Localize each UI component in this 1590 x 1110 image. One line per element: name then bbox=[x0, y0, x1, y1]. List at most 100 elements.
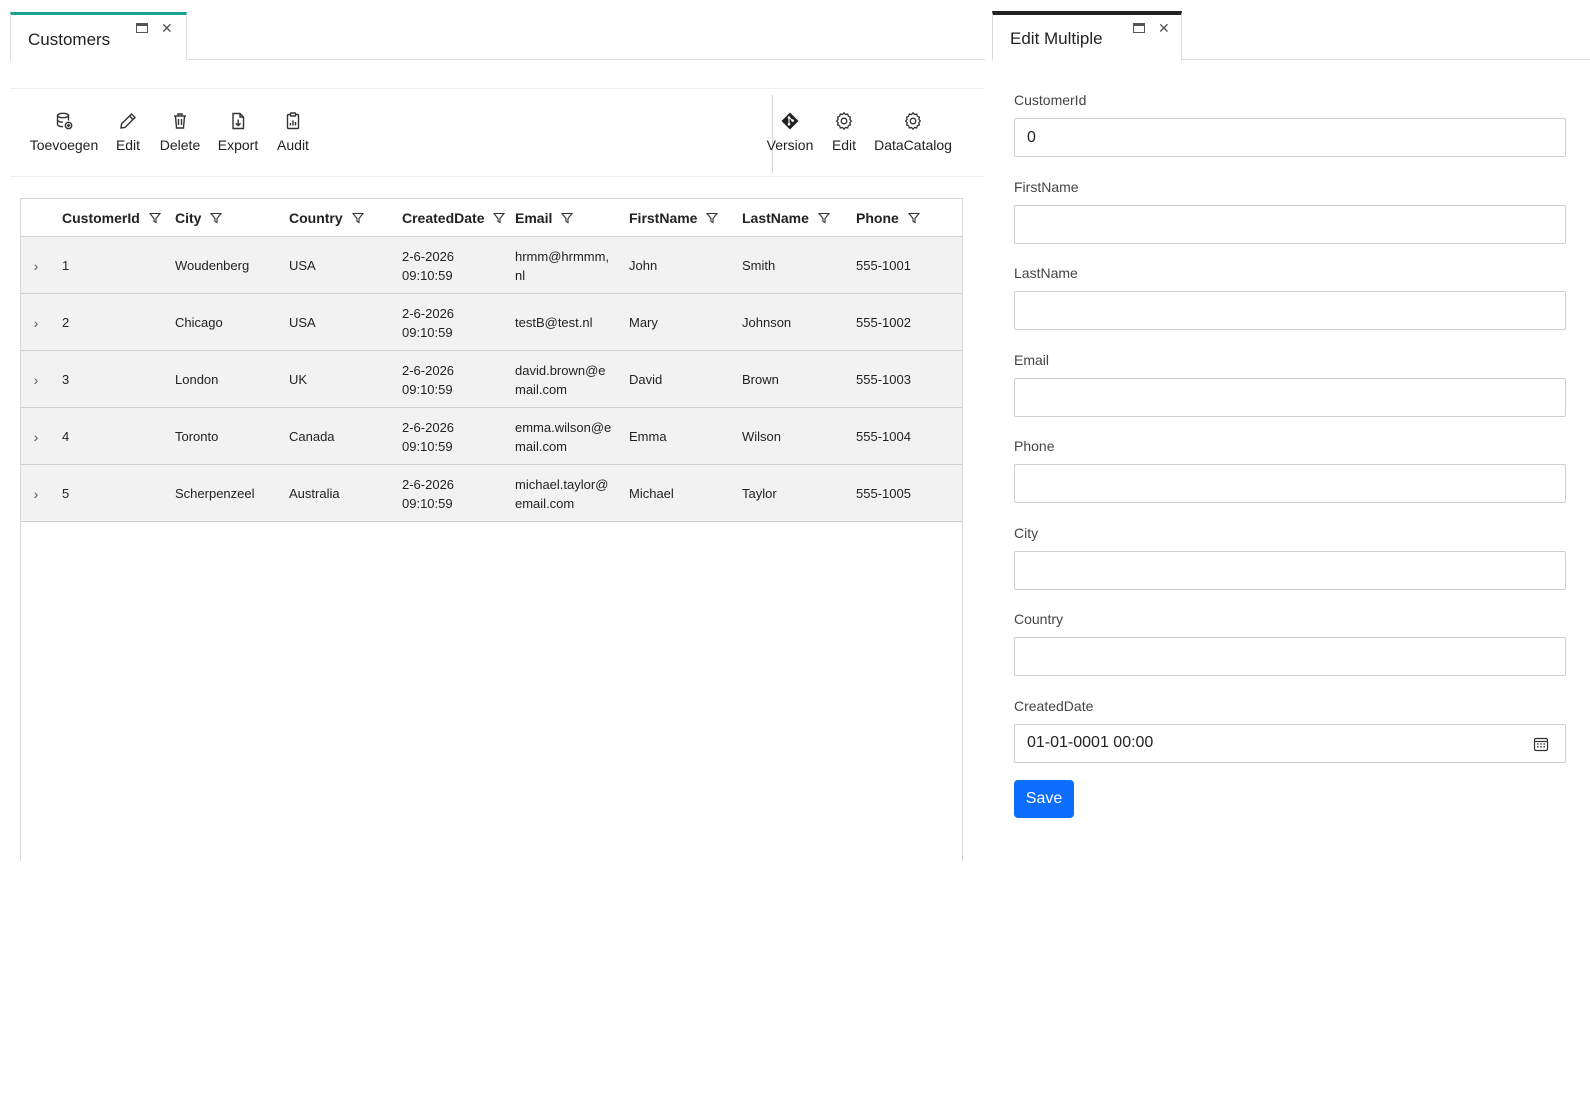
field-label-firstname: FirstName bbox=[1014, 178, 1079, 195]
cell-country: Australia bbox=[289, 465, 340, 522]
cell-line: testB@test.nl bbox=[515, 315, 593, 330]
calendar-icon[interactable] bbox=[1533, 736, 1549, 752]
delete-button[interactable]: Delete bbox=[160, 89, 200, 178]
version-button[interactable]: Version bbox=[767, 89, 813, 178]
clipboard-chart-icon bbox=[286, 112, 300, 130]
cell-text: Canada bbox=[289, 429, 335, 444]
table-row[interactable]: › 5 Scherpenzeel Australia 2-6-2026 09:10:59 m… bbox=[21, 465, 962, 522]
datacatalog-button[interactable]: DataCatalog bbox=[874, 89, 952, 178]
filter-icon[interactable] bbox=[148, 212, 161, 224]
table-row[interactable]: › 2 Chicago USA 2-6-2026 09:10:59 testB@test.n… bbox=[21, 294, 962, 351]
add-button[interactable]: Toevoegen bbox=[30, 89, 98, 178]
column-header-phone[interactable]: Phone bbox=[856, 199, 920, 237]
cell-createddate: 2-6-2026 09:10:59 bbox=[402, 465, 454, 522]
filter-icon[interactable] bbox=[561, 212, 574, 224]
column-header-country[interactable]: Country bbox=[289, 199, 364, 237]
cell-text: Woudenberg bbox=[175, 258, 250, 273]
filter-icon[interactable] bbox=[706, 212, 719, 224]
cell-text: 555-1005 bbox=[856, 486, 911, 501]
toolbar-label: DataCatalog bbox=[874, 137, 952, 153]
field-input-customerid[interactable] bbox=[1014, 118, 1566, 157]
field-input-phone[interactable] bbox=[1014, 464, 1566, 503]
close-icon[interactable]: ✕ bbox=[161, 20, 173, 37]
toolbar-label: Audit bbox=[277, 137, 309, 153]
save-button[interactable]: Save bbox=[1014, 780, 1074, 818]
cell-line: 2-6-2026 bbox=[402, 248, 455, 264]
cell-line: 2-6-2026 bbox=[402, 362, 455, 378]
cell-text: Johnson bbox=[742, 315, 792, 330]
customers-tabbar: Customers ✕ bbox=[10, 0, 985, 61]
table-row[interactable]: › 3 London UK 2-6-2026 09:10:59 david.brown@e m… bbox=[21, 351, 962, 408]
export-button[interactable]: Export bbox=[218, 89, 258, 178]
cell-line: hrmm@hrmmm, bbox=[515, 248, 610, 264]
cell-email: emma.wilson@e mail.com bbox=[515, 408, 611, 465]
filter-icon[interactable] bbox=[210, 212, 223, 224]
chevron-right-icon[interactable]: › bbox=[29, 351, 43, 408]
field-input-city[interactable] bbox=[1014, 550, 1566, 590]
cell-text: Chicago bbox=[175, 315, 223, 330]
cell-line: david.brown@e bbox=[515, 362, 606, 378]
chevron-right-icon[interactable]: › bbox=[29, 294, 43, 351]
tab-edit-multiple[interactable]: Edit Multiple ✕ bbox=[992, 11, 1182, 61]
cell-line: email.com bbox=[515, 495, 575, 511]
column-header-createddate[interactable]: CreatedDate bbox=[402, 199, 506, 237]
cell-text: 555-1002 bbox=[856, 315, 911, 330]
tab-title: Edit Multiple bbox=[1010, 29, 1103, 48]
chevron-right-icon[interactable]: › bbox=[29, 408, 43, 465]
grid-header: CustomerId City Country CreatedDate Email Fir… bbox=[21, 199, 962, 237]
restore-window-icon[interactable] bbox=[136, 23, 148, 33]
cell-text: Brown bbox=[742, 372, 779, 387]
gear-icon bbox=[835, 111, 853, 131]
field-input-lastname[interactable] bbox=[1014, 291, 1566, 330]
gear-icon bbox=[904, 111, 922, 131]
column-header-firstname[interactable]: FirstName bbox=[629, 199, 719, 237]
cell-line: 09:10:59 bbox=[402, 438, 453, 454]
filter-icon[interactable] bbox=[493, 212, 506, 224]
chevron-right-icon[interactable]: › bbox=[29, 465, 43, 522]
column-header-email[interactable]: Email bbox=[515, 199, 574, 237]
field-input-email[interactable] bbox=[1014, 377, 1566, 417]
column-header-label: City bbox=[175, 210, 202, 226]
field-input-createddate[interactable] bbox=[1014, 723, 1566, 763]
field-input-country[interactable] bbox=[1014, 637, 1566, 676]
cell-line: mail.com bbox=[515, 438, 568, 454]
cell-text: USA bbox=[289, 315, 316, 330]
column-header-lastname[interactable]: LastName bbox=[742, 199, 830, 237]
cell-text: Scherpenzeel bbox=[175, 486, 255, 501]
cell-line: 09:10:59 bbox=[402, 381, 453, 397]
column-header-customerid[interactable]: CustomerId bbox=[62, 199, 161, 237]
filter-icon[interactable] bbox=[907, 212, 920, 224]
restore-window-icon[interactable] bbox=[1133, 23, 1145, 33]
close-icon[interactable]: ✕ bbox=[1158, 20, 1170, 37]
table-row[interactable]: › 1 Woudenberg USA 2-6-2026 09:10:59 hrmm@hrmm… bbox=[21, 237, 962, 294]
cell-text: Toronto bbox=[175, 429, 219, 444]
cell-text: Mary bbox=[629, 315, 658, 330]
cell-text: 5 bbox=[62, 486, 70, 501]
cell-firstname: Emma bbox=[629, 408, 667, 465]
chevron-right-icon[interactable]: › bbox=[29, 237, 43, 294]
cell-line: nl bbox=[515, 267, 526, 283]
table-row[interactable]: › 4 Toronto Canada 2-6-2026 09:10:59 emma.wils… bbox=[21, 408, 962, 465]
field-label-customerid: CustomerId bbox=[1014, 92, 1087, 108]
toolbar-label: Edit bbox=[115, 137, 141, 153]
filter-icon[interactable] bbox=[351, 212, 364, 224]
field-input-firstname[interactable] bbox=[1014, 204, 1566, 244]
cell-customerid: 4 bbox=[62, 408, 69, 465]
cell-email: michael.taylor@ email.com bbox=[515, 465, 608, 522]
column-header-city[interactable]: City bbox=[175, 199, 223, 237]
filter-icon[interactable] bbox=[817, 212, 830, 224]
edit-button[interactable]: Edit bbox=[114, 89, 142, 178]
field-label-phone: Phone bbox=[1014, 438, 1055, 454]
git-diamond-icon bbox=[781, 112, 799, 130]
cell-line: emma.wilson@e bbox=[515, 419, 612, 435]
cell-email: hrmm@hrmmm, nl bbox=[515, 237, 609, 294]
cell-email: david.brown@e mail.com bbox=[515, 351, 606, 408]
cell-text: London bbox=[175, 372, 219, 387]
audit-button[interactable]: Audit bbox=[276, 89, 310, 178]
cell-line: 2-6-2026 bbox=[402, 305, 455, 321]
cell-lastname: Brown bbox=[742, 351, 779, 408]
cell-country: UK bbox=[289, 351, 307, 408]
cell-text: Taylor bbox=[742, 486, 777, 501]
tab-customers[interactable]: Customers ✕ bbox=[10, 12, 187, 61]
settings-edit-button[interactable]: Edit bbox=[830, 89, 858, 178]
